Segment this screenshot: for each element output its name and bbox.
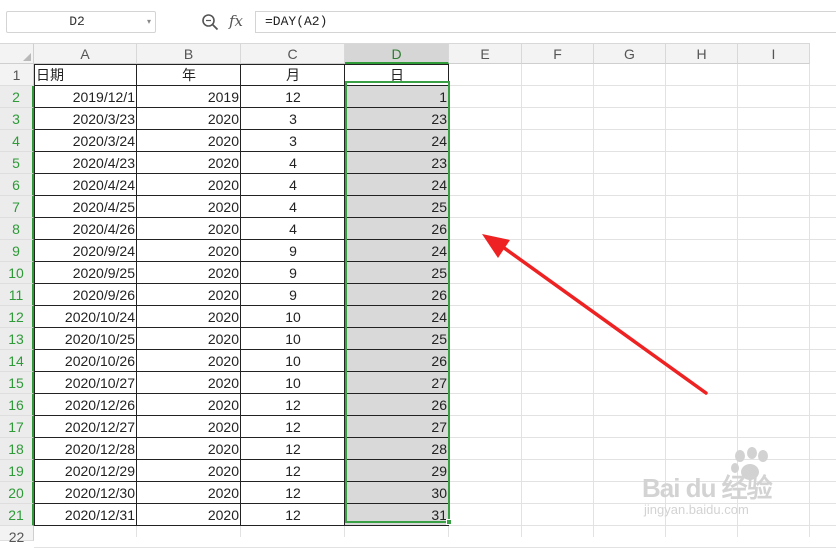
watermark-url: jingyan.baidu.com [644, 502, 749, 517]
watermark-brand: Bai du 经验 [642, 473, 773, 503]
watermark: Bai du 经验 jingyan.baidu.com [642, 444, 836, 537]
